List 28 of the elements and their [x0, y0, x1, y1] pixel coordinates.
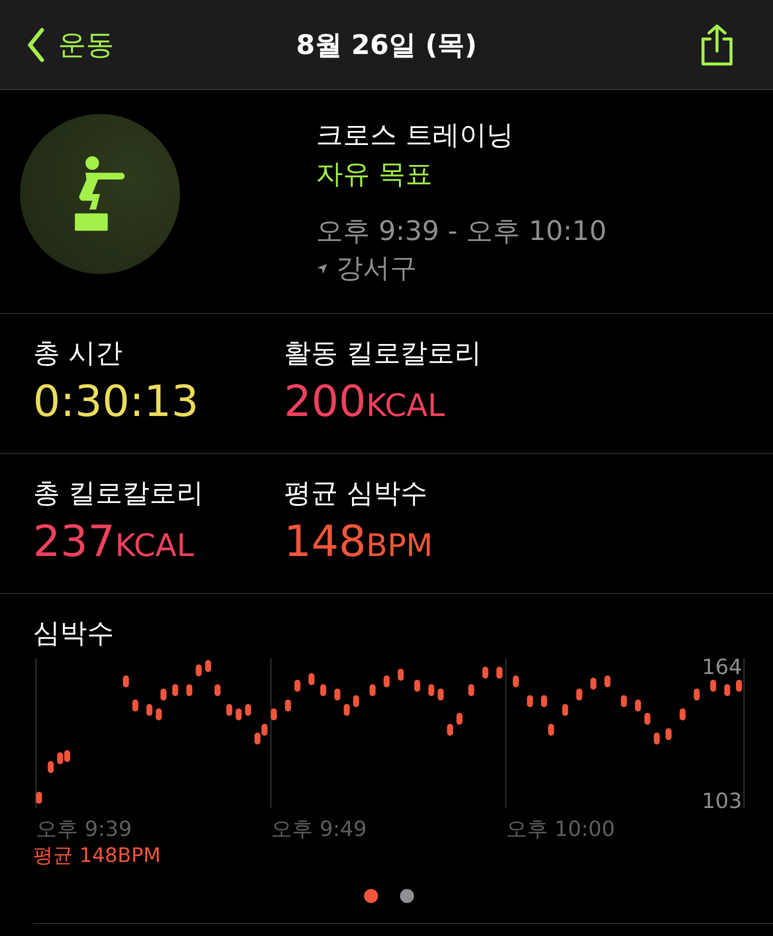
chart-title: 심박수: [33, 617, 114, 651]
page-dot[interactable]: [364, 889, 378, 903]
stat-label: 총 킬로칼로리: [33, 477, 205, 511]
stat-label: 총 시간: [33, 337, 124, 371]
workout-name: 크로스 트레이닝: [316, 119, 515, 153]
stat-unit: KCAL: [115, 528, 194, 564]
workout-goal: 자유 목표: [316, 158, 434, 192]
workout-location: 강서구: [336, 252, 417, 286]
stat-unit: BPM: [366, 528, 433, 564]
axis-label: 오후 9:49: [270, 817, 367, 841]
stat-value: 200: [284, 376, 366, 429]
stat-label: 평균 심박수: [284, 477, 429, 511]
stat-value: 148: [284, 516, 366, 569]
stat-label: 활동 킬로칼로리: [284, 337, 483, 371]
axis-label: 오후 9:39: [36, 817, 132, 841]
average-label: 평균 148BPM: [33, 842, 161, 869]
stat-value: 0:30:13: [33, 376, 199, 429]
stat-value: 237: [33, 516, 116, 569]
axis-label: 164: [702, 658, 742, 679]
page-dot[interactable]: [400, 889, 414, 903]
stat-unit: KCAL: [366, 388, 445, 424]
page-title: 8월 26일 (목): [296, 28, 477, 62]
chevron-left-icon: [26, 26, 46, 62]
axis-label: 오후 10:00: [506, 817, 615, 841]
location-arrow-icon: [316, 263, 328, 275]
workout-time: 오후 9:39 - 오후 10:10: [316, 215, 607, 249]
back-button[interactable]: 운동: [0, 26, 114, 64]
axis-label: 103: [702, 789, 742, 813]
